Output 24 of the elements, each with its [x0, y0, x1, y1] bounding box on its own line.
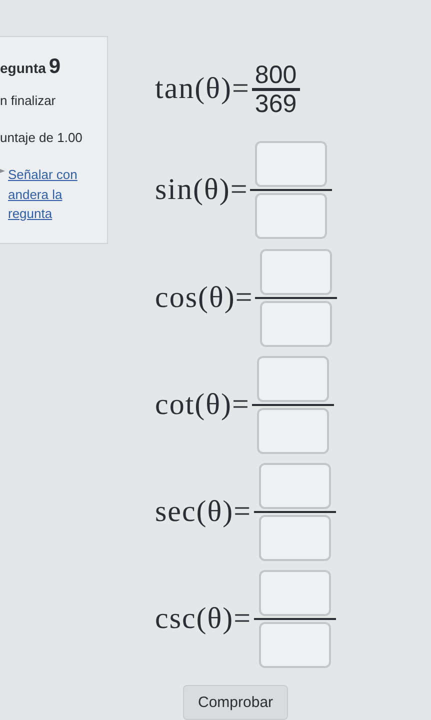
- numerator-field[interactable]: [258, 463, 331, 510]
- denominator: 369: [254, 90, 298, 118]
- question-status: n finalizar: [0, 93, 57, 108]
- check-button[interactable]: Comprobar: [183, 685, 288, 720]
- denominator-field[interactable]: [256, 408, 329, 454]
- equation-label: cos(θ)=: [155, 280, 254, 315]
- equation-label: tan(θ)=: [155, 72, 250, 106]
- denominator-field[interactable]: [260, 300, 332, 347]
- question-title: egunta: [0, 60, 46, 76]
- question-number: 9: [48, 55, 61, 79]
- numerator-field[interactable]: [260, 248, 332, 295]
- numerator-field[interactable]: [258, 570, 331, 616]
- denominator-field[interactable]: [255, 193, 328, 240]
- equation-label: csc(θ)=: [155, 602, 252, 636]
- flag-question-link[interactable]: Señalar con andera la regunta: [8, 165, 78, 224]
- equation-label: sec(θ)=: [155, 495, 252, 530]
- numerator-field[interactable]: [256, 356, 329, 402]
- numerator-field[interactable]: [255, 141, 328, 188]
- numerator: 800: [252, 62, 300, 91]
- denominator-field[interactable]: [258, 515, 331, 562]
- equation-label: cot(θ)=: [155, 388, 250, 422]
- question-score: untaje de 1.00: [0, 130, 84, 145]
- denominator-field[interactable]: [258, 622, 331, 668]
- equation-label: sin(θ)=: [155, 173, 248, 208]
